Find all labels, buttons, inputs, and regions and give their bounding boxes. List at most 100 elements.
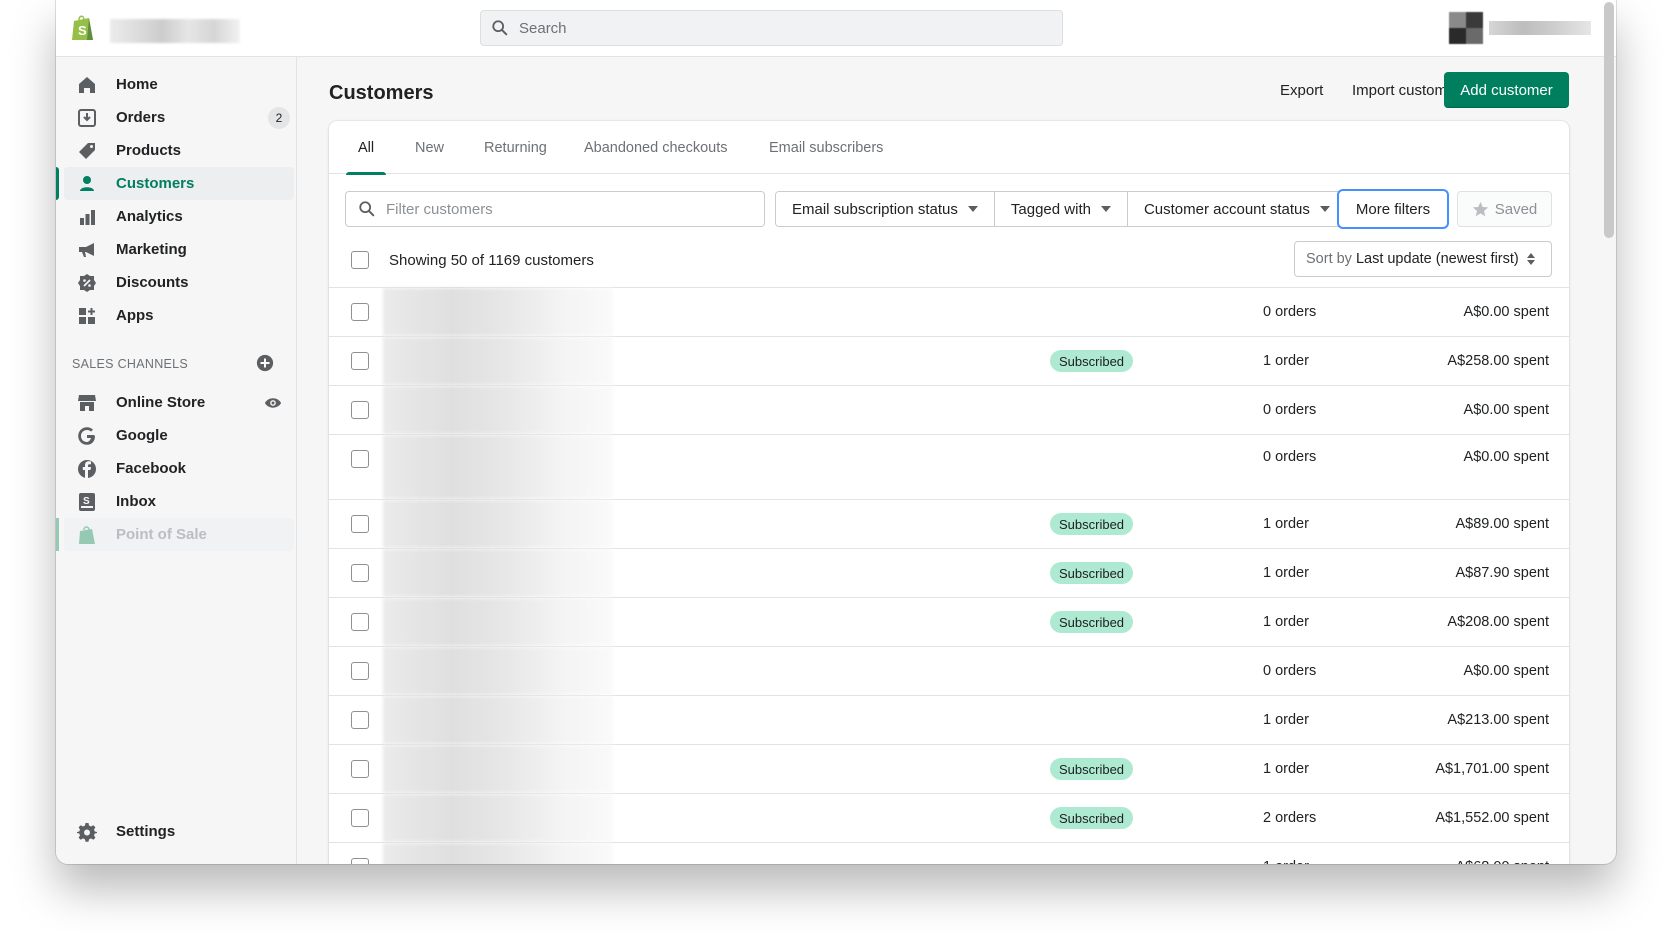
customer-account-status-filter[interactable]: Customer account status [1127, 192, 1346, 226]
amount-spent: A$0.00 spent [1463, 449, 1549, 465]
global-search-input[interactable]: Search [480, 10, 1063, 46]
customer-name-redacted[interactable] [383, 549, 613, 597]
customer-row[interactable]: Subscribed 1 order A$89.00 spent [329, 499, 1569, 548]
store-name[interactable] [110, 19, 240, 43]
tab-returning[interactable]: Returning [484, 121, 547, 174]
sidebar-item-google[interactable]: Google [64, 419, 294, 452]
svg-text:S: S [78, 23, 87, 38]
sort-select[interactable]: Sort by Last update (newest first) [1294, 241, 1552, 277]
orders-icon [76, 107, 98, 129]
customer-row[interactable]: Subscribed 1 order A$208.00 spent [329, 597, 1569, 646]
sidebar-item-facebook[interactable]: Facebook [64, 452, 294, 485]
sort-value: Last update (newest first) [1355, 251, 1519, 267]
sidebar-item-online-store[interactable]: Online Store [64, 386, 294, 419]
customer-row[interactable]: Subscribed 1 order A$87.90 spent [329, 548, 1569, 597]
search-placeholder: Search [519, 19, 567, 37]
customer-name-redacted[interactable] [383, 598, 613, 646]
shopify-logo-icon[interactable]: S [70, 14, 96, 42]
customer-name-redacted[interactable] [383, 337, 613, 385]
row-checkbox[interactable] [351, 303, 369, 321]
sidebar-item-settings[interactable]: Settings [64, 815, 294, 848]
sidebar-item-analytics[interactable]: Analytics [64, 200, 294, 233]
add-customer-button[interactable]: Add customer [1444, 72, 1569, 108]
customer-list: 0 orders A$0.00 spent Subscribed 1 order A$2… [329, 287, 1569, 864]
customer-row[interactable]: 0 orders A$0.00 spent [329, 646, 1569, 695]
sidebar-item-label: Point of Sale [116, 526, 207, 543]
sidebar-item-point-of-sale[interactable]: Point of Sale [56, 518, 294, 551]
customer-name-redacted[interactable] [383, 745, 613, 793]
google-icon [76, 425, 98, 447]
row-checkbox[interactable] [351, 352, 369, 370]
discount-icon [76, 272, 98, 294]
row-checkbox[interactable] [351, 401, 369, 419]
orders-count-badge: 2 [268, 106, 290, 129]
bulk-select-bar: Showing 50 of 1169 customers [351, 251, 594, 269]
sidebar-item-inbox[interactable]: S Inbox [64, 485, 294, 518]
row-checkbox[interactable] [351, 450, 369, 468]
customer-row[interactable]: 1 order A$68.00 spent [329, 842, 1569, 864]
star-icon [1472, 201, 1488, 216]
sidebar-item-label: Products [116, 142, 182, 159]
filter-customers-input[interactable]: Filter customers [345, 191, 765, 227]
subscribed-badge: Subscribed [1050, 562, 1134, 584]
sidebar-item-label: Customers [116, 175, 195, 192]
sidebar-item-discounts[interactable]: Discounts [64, 266, 294, 299]
order-count: 0 orders [1263, 402, 1317, 418]
sidebar-item-products[interactable]: Products [64, 134, 294, 167]
filter-placeholder: Filter customers [386, 200, 493, 218]
customer-name-redacted[interactable] [383, 843, 613, 864]
sidebar-item-marketing[interactable]: Marketing [64, 233, 294, 266]
filter-button-group: Email subscription status Tagged with Cu… [775, 191, 1347, 227]
tab-all[interactable]: All [345, 121, 387, 175]
browser-window: S Search Home Orders 2 Products Customer… [56, 0, 1616, 864]
row-checkbox[interactable] [351, 515, 369, 533]
customer-row[interactable]: 1 order A$213.00 spent [329, 695, 1569, 744]
customer-row[interactable]: Subscribed 2 orders A$1,552.00 spent [329, 793, 1569, 842]
sidebar-item-label: Inbox [116, 493, 156, 510]
customer-name-redacted[interactable] [383, 647, 613, 695]
avatar [1449, 12, 1483, 44]
sidebar-item-label: Apps [116, 307, 154, 324]
row-checkbox[interactable] [351, 662, 369, 680]
customer-name-redacted[interactable] [383, 696, 613, 744]
tagged-with-filter[interactable]: Tagged with [994, 192, 1128, 226]
order-count: 2 orders [1263, 810, 1317, 826]
saved-label: Saved [1494, 200, 1538, 218]
order-count: 1 order [1263, 565, 1309, 581]
customer-row[interactable]: 0 orders A$0.00 spent [329, 434, 1569, 499]
customer-name-redacted[interactable] [383, 500, 613, 548]
sidebar-item-customers[interactable]: Customers [56, 167, 294, 200]
customer-name-redacted[interactable] [383, 435, 613, 499]
sidebar-item-apps[interactable]: Apps [64, 299, 294, 332]
customer-name-redacted[interactable] [383, 288, 613, 336]
saved-button[interactable]: Saved [1457, 191, 1552, 227]
customer-name-redacted[interactable] [383, 386, 613, 434]
caret-down-icon [1319, 206, 1330, 212]
select-all-checkbox[interactable] [351, 251, 369, 269]
amount-spent: A$1,552.00 spent [1435, 810, 1549, 826]
tab-abandoned-checkouts[interactable]: Abandoned checkouts [584, 121, 728, 174]
row-checkbox[interactable] [351, 711, 369, 729]
eye-icon[interactable] [264, 396, 282, 410]
sidebar-item-orders[interactable]: Orders 2 [64, 101, 294, 134]
tab-email-subscribers[interactable]: Email subscribers [769, 121, 883, 174]
tab-new[interactable]: New [415, 121, 444, 174]
row-checkbox[interactable] [351, 858, 369, 864]
more-filters-button[interactable]: More filters [1337, 189, 1449, 229]
row-checkbox[interactable] [351, 613, 369, 631]
customer-row[interactable]: Subscribed 1 order A$258.00 spent [329, 336, 1569, 385]
customer-row[interactable]: 0 orders A$0.00 spent [329, 287, 1569, 336]
email-subscription-status-filter[interactable]: Email subscription status [776, 192, 995, 226]
user-menu[interactable] [1449, 12, 1591, 44]
row-checkbox[interactable] [351, 564, 369, 582]
customer-row[interactable]: 0 orders A$0.00 spent [329, 385, 1569, 434]
add-channel-icon[interactable] [256, 354, 274, 372]
row-checkbox[interactable] [351, 760, 369, 778]
export-button[interactable]: Export [1280, 82, 1323, 99]
sidebar-item-label: Online Store [116, 394, 206, 411]
customer-name-redacted[interactable] [383, 794, 613, 842]
megaphone-icon [76, 239, 98, 261]
sidebar-item-home[interactable]: Home [64, 68, 294, 101]
row-checkbox[interactable] [351, 809, 369, 827]
customer-row[interactable]: Subscribed 1 order A$1,701.00 spent [329, 744, 1569, 793]
